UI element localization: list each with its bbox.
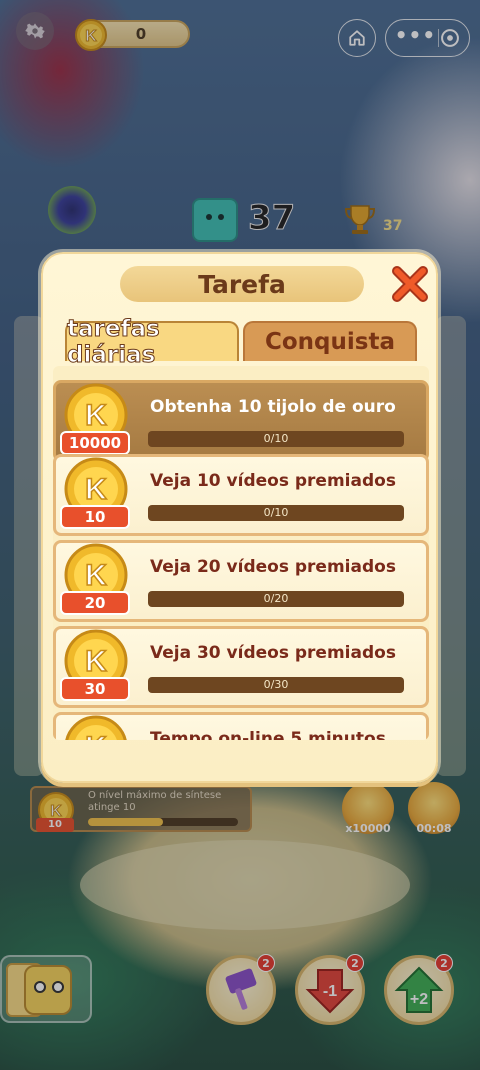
task-dialog: Tarefa tarefas diárias Conquista K 10000…	[41, 252, 438, 783]
task-list[interactable]: K 10000 Obtenha 10 tijolo de ouro 0/10 K…	[53, 366, 429, 740]
task-name: Veja 10 vídeos premiados	[150, 471, 396, 491]
reward-badge: 10	[60, 505, 130, 529]
close-icon[interactable]	[388, 262, 432, 306]
reward-badge: 20	[60, 591, 130, 615]
task-progress-bar: 0/20	[148, 591, 404, 607]
k-coin-icon: K	[65, 715, 127, 740]
task-item[interactable]: K Tempo on-line 5 minutos	[53, 712, 429, 740]
task-item[interactable]: K 30 Veja 30 vídeos premiados 0/30	[53, 626, 429, 708]
task-progress-text: 0/30	[263, 678, 289, 691]
dialog-title: Tarefa	[120, 266, 364, 302]
svg-text:K: K	[85, 645, 107, 678]
reward-badge: 10000	[60, 431, 130, 455]
task-name: Tempo on-line 5 minutos	[150, 729, 386, 740]
tab-achievements[interactable]: Conquista	[243, 321, 417, 361]
task-progress-text: 0/10	[263, 432, 289, 445]
task-progress-text: 0/20	[263, 592, 289, 605]
svg-text:K: K	[85, 399, 107, 432]
svg-text:K: K	[85, 559, 107, 592]
task-progress-text: 0/10	[263, 506, 289, 519]
task-item[interactable]: K 10 Veja 10 vídeos premiados 0/10	[53, 454, 429, 536]
reward-badge: 30	[60, 677, 130, 701]
svg-text:K: K	[85, 473, 107, 506]
task-progress-bar: 0/10	[148, 431, 404, 447]
task-name: Veja 30 vídeos premiados	[150, 643, 396, 663]
task-item[interactable]: K 20 Veja 20 vídeos premiados 0/20	[53, 540, 429, 622]
task-name: Veja 20 vídeos premiados	[150, 557, 396, 577]
task-progress-bar: 0/10	[148, 505, 404, 521]
tab-daily-tasks[interactable]: tarefas diárias	[65, 316, 239, 369]
task-name: Obtenha 10 tijolo de ouro	[150, 397, 396, 417]
task-item[interactable]: K 10000 Obtenha 10 tijolo de ouro 0/10	[53, 380, 429, 462]
task-progress-bar: 0/30	[148, 677, 404, 693]
svg-text:K: K	[85, 731, 107, 740]
